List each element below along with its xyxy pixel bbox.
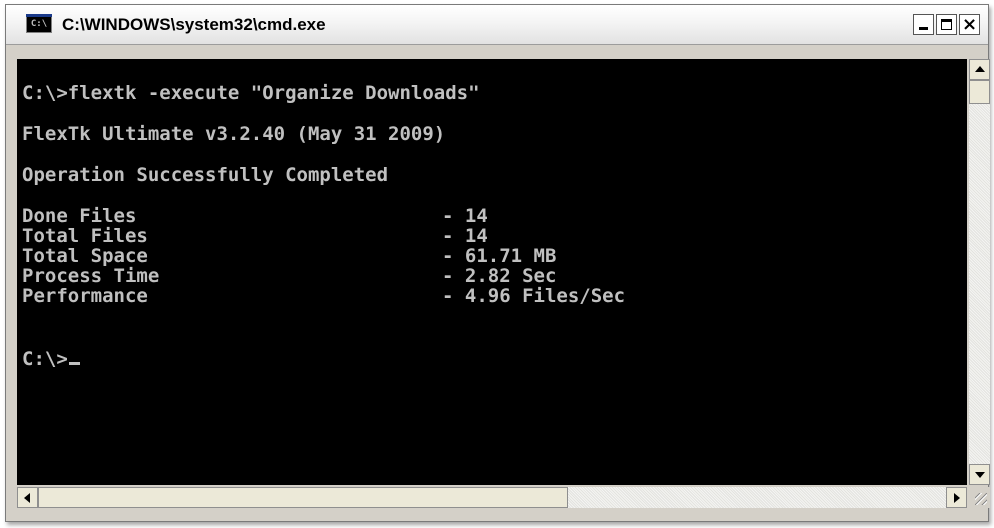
- scroll-up-button[interactable]: [969, 59, 990, 80]
- stat-value: - 14: [442, 225, 488, 247]
- vertical-scroll-thumb[interactable]: [969, 80, 990, 104]
- scroll-right-button[interactable]: [946, 487, 967, 508]
- stat-label: Total Space: [22, 245, 148, 267]
- stat-value: - 4.96 Files/Sec: [442, 285, 626, 307]
- scroll-left-button[interactable]: [17, 487, 38, 508]
- scroll-down-button[interactable]: [969, 464, 990, 485]
- vertical-scrollbar[interactable]: [969, 59, 990, 485]
- status-line: Operation Successfully Completed: [22, 164, 389, 186]
- title-bar[interactable]: C:\ C:\WINDOWS\system32\cmd.exe ×: [6, 5, 988, 45]
- stat-value: - 14: [442, 205, 488, 227]
- minimize-icon: [919, 27, 928, 30]
- maximize-icon: [941, 19, 952, 30]
- close-button[interactable]: ×: [959, 14, 980, 35]
- console-output[interactable]: C:\>flextk -execute "Organize Downloads"…: [17, 59, 967, 485]
- stat-value: - 61.71 MB: [442, 245, 557, 267]
- command-line: C:\>flextk -execute "Organize Downloads": [22, 82, 480, 104]
- console-window: C:\ C:\WINDOWS\system32\cmd.exe × C:\>fl…: [5, 4, 990, 522]
- horizontal-scrollbar[interactable]: [17, 487, 967, 508]
- arrow-left-icon: [24, 493, 30, 503]
- stat-value: - 2.82 Sec: [442, 265, 557, 287]
- arrow-right-icon: [954, 493, 960, 503]
- maximize-button[interactable]: [936, 14, 957, 35]
- stat-label: Total Files: [22, 225, 148, 247]
- minimize-button[interactable]: [913, 14, 934, 35]
- stat-label: Performance: [22, 285, 148, 307]
- prompt-text: C:\>: [22, 348, 68, 370]
- arrow-down-icon: [975, 472, 985, 478]
- arrow-up-icon: [975, 66, 985, 72]
- stat-label: Done Files: [22, 205, 137, 227]
- horizontal-scroll-thumb[interactable]: [38, 487, 568, 508]
- text-cursor: [68, 362, 80, 365]
- console-icon[interactable]: C:\: [26, 14, 52, 33]
- window-title: C:\WINDOWS\system32\cmd.exe: [62, 15, 326, 34]
- version-line: FlexTk Ultimate v3.2.40 (May 31 2009): [22, 123, 446, 145]
- command-prompt[interactable]: C:\>: [22, 349, 80, 369]
- resize-grip-icon[interactable]: [969, 487, 990, 508]
- stat-label: Process Time: [22, 265, 160, 287]
